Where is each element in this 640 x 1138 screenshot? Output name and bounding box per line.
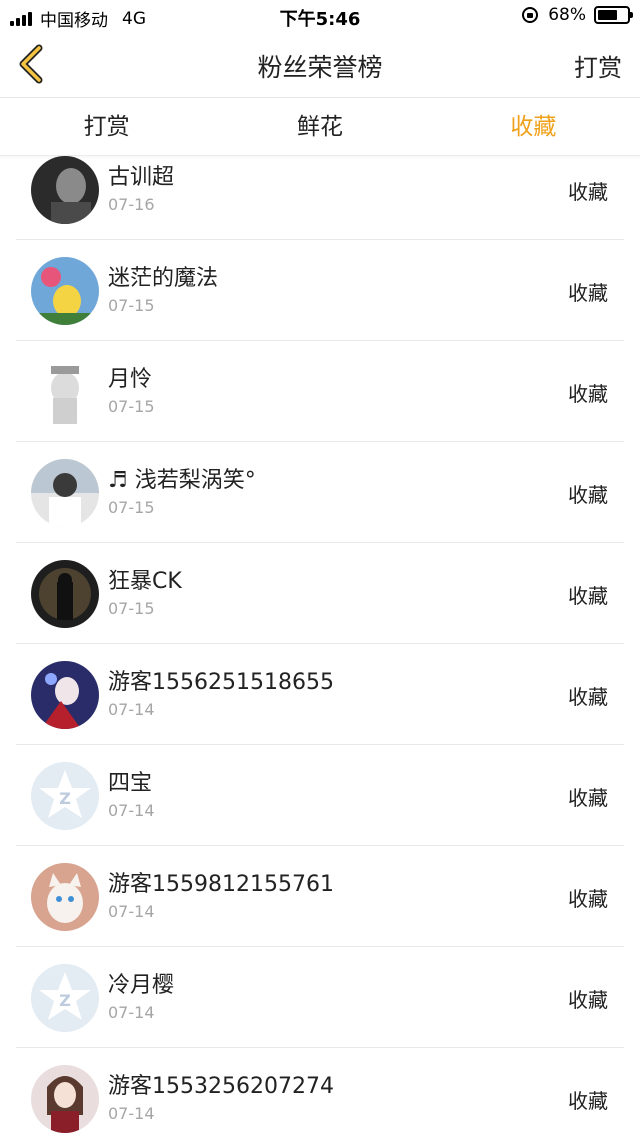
fan-name: 游客1556251518655 (108, 670, 334, 695)
avatar[interactable] (31, 257, 99, 325)
fan-row[interactable]: 迷茫的魔法 07-15 收藏 (16, 240, 624, 341)
nav-bar: 粉丝荣誉榜 打赏 (0, 32, 640, 98)
fan-name: 游客1559812155761 (108, 872, 334, 897)
fan-action-label: 收藏 (568, 786, 608, 810)
fan-name: 冷月樱 (108, 973, 175, 998)
default-avatar-icon[interactable]: Z (31, 762, 99, 830)
battery-icon (594, 6, 633, 24)
fan-date: 07-14 (108, 1104, 155, 1123)
fan-action-label: 收藏 (568, 988, 608, 1012)
battery-percent: 68% (548, 5, 586, 25)
fan-list: 古训超 07-16 收藏 迷茫的魔法 07-15 收藏 月怜 07-15 收藏 ♬ 浅若梨涡笑° 0… (16, 140, 624, 1138)
fan-action-label: 收藏 (568, 584, 608, 608)
fan-date: 07-14 (108, 902, 155, 921)
fan-action-label: 收藏 (568, 685, 608, 709)
fan-action-label: 收藏 (568, 887, 608, 911)
fan-row[interactable]: ♬ 浅若梨涡笑° 07-15 收藏 (16, 442, 624, 543)
fan-action-label: 收藏 (568, 483, 608, 507)
svg-text:Z: Z (59, 789, 71, 808)
avatar[interactable] (31, 358, 99, 426)
fan-row[interactable]: Z 四宝 07-14 收藏 (16, 745, 624, 846)
fan-date: 07-15 (108, 296, 155, 315)
status-bar: 中国移动 4G 下午5:46 68% (0, 0, 640, 32)
fan-row[interactable]: 游客1553256207274 07-14 收藏 (16, 1048, 624, 1138)
avatar[interactable] (31, 1065, 99, 1133)
fan-action-label: 收藏 (568, 180, 608, 204)
fan-date: 07-15 (108, 498, 155, 517)
fan-row[interactable]: 狂暴CK 07-15 收藏 (16, 543, 624, 644)
page-title: 粉丝荣誉榜 (257, 53, 383, 82)
avatar[interactable] (31, 156, 99, 224)
fan-date: 07-16 (108, 195, 155, 214)
fan-name: 古训超 (108, 165, 175, 190)
fan-name: 四宝 (108, 771, 153, 796)
fan-name: ♬ 浅若梨涡笑° (108, 468, 256, 493)
avatar[interactable] (31, 459, 99, 527)
fan-row[interactable]: 古训超 07-16 收藏 (16, 140, 624, 240)
rotation-lock-icon (522, 7, 539, 23)
avatar[interactable] (31, 661, 99, 729)
fan-action-label: 收藏 (568, 382, 608, 406)
fan-name: 游客1553256207274 (108, 1074, 334, 1099)
avatar[interactable] (31, 863, 99, 931)
svg-text:Z: Z (59, 991, 71, 1010)
fan-row[interactable]: 游客1559812155761 07-14 收藏 (16, 846, 624, 947)
reward-button[interactable]: 打赏 (574, 48, 622, 83)
fan-name: 月怜 (108, 367, 153, 392)
status-right: 68% (522, 5, 633, 25)
fan-row[interactable]: 游客1556251518655 07-14 收藏 (16, 644, 624, 745)
fan-name: 迷茫的魔法 (108, 266, 219, 291)
fan-name: 狂暴CK (108, 569, 182, 594)
default-avatar-icon[interactable]: Z (31, 964, 99, 1032)
fan-date: 07-14 (108, 700, 155, 719)
battery-fill (598, 10, 618, 20)
fan-action-label: 收藏 (568, 281, 608, 305)
fan-action-label: 收藏 (568, 1089, 608, 1113)
avatar[interactable] (31, 560, 99, 628)
fan-date: 07-15 (108, 397, 155, 416)
fan-row[interactable]: Z 冷月樱 07-14 收藏 (16, 947, 624, 1048)
fan-date: 07-14 (108, 801, 155, 820)
fan-date: 07-14 (108, 1003, 155, 1022)
fan-row[interactable]: 月怜 07-15 收藏 (16, 341, 624, 442)
fan-date: 07-15 (108, 599, 155, 618)
